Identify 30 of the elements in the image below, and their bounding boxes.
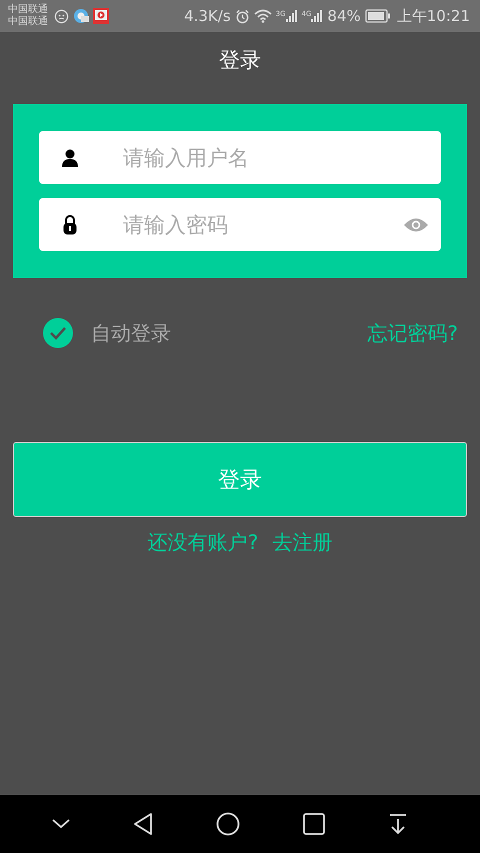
recents-icon[interactable]	[303, 813, 326, 835]
clock: 上午10:21	[396, 6, 470, 26]
user-icon	[61, 148, 79, 166]
auto-login-checkbox[interactable]	[43, 318, 73, 348]
lock-icon	[61, 214, 79, 234]
register-link[interactable]: 去注册	[272, 529, 332, 556]
alarm-icon	[234, 8, 250, 24]
carrier-name: 中国联通	[8, 16, 48, 28]
username-input[interactable]: 请输入用户名	[121, 144, 429, 170]
forgot-password-link[interactable]: 忘记密码?	[367, 320, 458, 346]
network-speed: 4.3K/s	[184, 7, 231, 25]
auto-login-label: 自动登录	[91, 320, 171, 346]
wifi-icon	[254, 9, 272, 23]
page-title: 登录	[219, 47, 261, 74]
home-icon[interactable]	[216, 812, 240, 836]
battery-icon	[364, 9, 391, 23]
password-input[interactable]: 请输入密码	[121, 212, 403, 238]
signal-icon	[286, 10, 298, 22]
password-field[interactable]: 请输入密码	[39, 198, 441, 251]
register-prompt: 还没有账户?	[148, 529, 258, 556]
carrier-name: 中国联通	[8, 4, 48, 16]
app-icon	[73, 8, 89, 24]
battery-percent: 84%	[327, 7, 361, 25]
back-icon[interactable]	[132, 813, 153, 835]
face-icon	[54, 8, 69, 24]
download-icon[interactable]	[388, 813, 408, 835]
username-field[interactable]: 请输入用户名	[39, 131, 441, 184]
video-app-icon	[93, 8, 109, 24]
signal-icon	[311, 10, 324, 22]
chevron-down-icon[interactable]	[52, 819, 70, 829]
